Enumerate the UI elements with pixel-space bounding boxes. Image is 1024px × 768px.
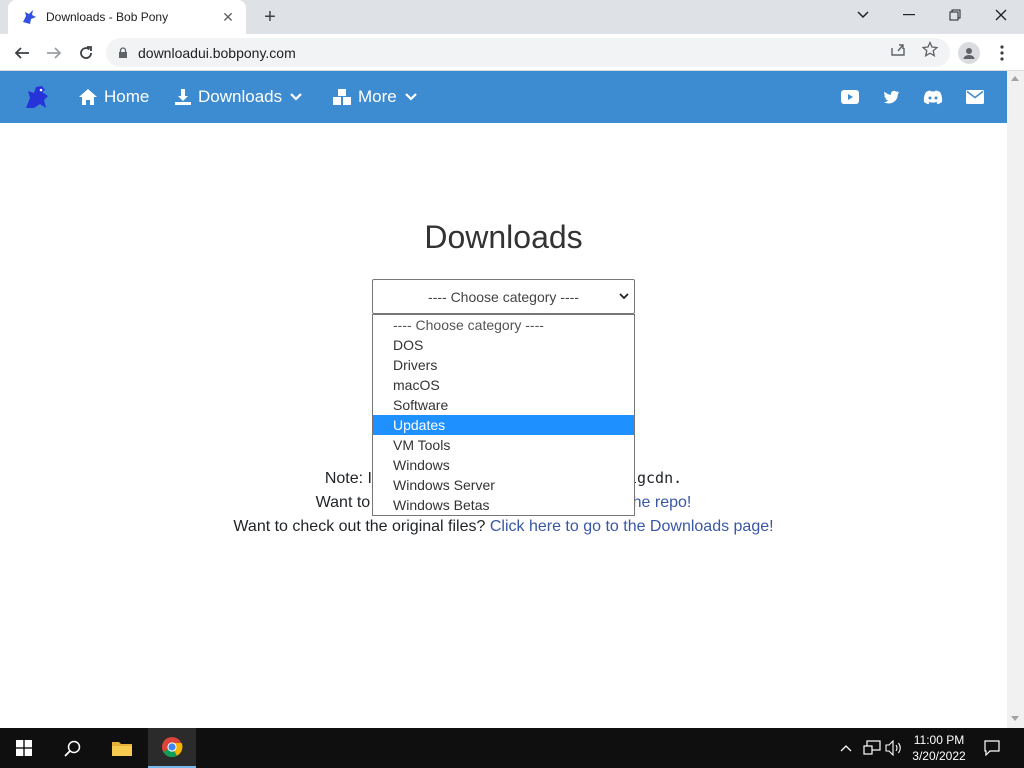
close-window-icon[interactable] (978, 0, 1024, 30)
original-prefix: Want to check out the original files? (233, 518, 486, 535)
minimize-icon[interactable] (886, 0, 932, 30)
share-icon[interactable] (889, 40, 907, 58)
close-tab-icon[interactable]: ✕ (220, 9, 236, 25)
search-icon[interactable] (48, 728, 96, 768)
page-title: Downloads (424, 219, 583, 255)
back-arrow-icon[interactable] (8, 39, 36, 67)
clock-time: 11:00 PM (913, 733, 965, 747)
chevron-down-icon (290, 93, 302, 101)
file-explorer-icon[interactable] (98, 728, 146, 768)
windows-start-icon[interactable] (0, 728, 48, 768)
downloads-page-link[interactable]: Click here to go to the Downloads page! (490, 518, 774, 535)
tab-search-chevron-icon[interactable] (840, 0, 886, 30)
home-icon (79, 89, 97, 105)
note-suffix: igcdn. (627, 469, 683, 487)
nav-downloads-dropdown[interactable]: Downloads (174, 71, 302, 123)
bookmark-star-icon[interactable] (921, 40, 939, 58)
nav-more-dropdown[interactable]: More (332, 71, 417, 123)
clock-date: 3/20/2022 (912, 749, 966, 763)
category-select-value: ---- Choose category ---- (428, 288, 579, 305)
profile-avatar-icon[interactable] (958, 42, 980, 64)
option-choose-category[interactable]: ---- Choose category ---- (373, 315, 634, 335)
original-files-line: Want to check out the original files? Cl… (0, 518, 1007, 536)
nav-home-link[interactable]: Home (78, 71, 149, 123)
url-text: downloadui.bobpony.com (138, 44, 296, 61)
chevron-down-icon (404, 93, 417, 101)
scroll-up-arrow-icon[interactable] (1011, 76, 1019, 81)
show-hidden-icons-chevron-icon[interactable] (838, 738, 854, 758)
forward-arrow-icon[interactable] (40, 39, 68, 67)
option-updates[interactable]: Updates (373, 415, 634, 435)
site-navbar: Home Downloads More (0, 71, 1007, 123)
discord-icon[interactable] (923, 88, 943, 106)
cubes-icon (333, 89, 351, 105)
option-drivers[interactable]: Drivers (373, 355, 634, 375)
download-icon (175, 89, 191, 105)
envelope-icon[interactable] (965, 88, 985, 106)
browser-tab[interactable]: Downloads - Bob Pony ✕ (8, 0, 246, 34)
youtube-icon[interactable] (840, 88, 860, 106)
chrome-menu-icon[interactable] (994, 42, 1010, 64)
tab-strip: Downloads - Bob Pony ✕ + (0, 0, 1024, 34)
option-vm-tools[interactable]: VM Tools (373, 435, 634, 455)
nav-more-label: More (358, 87, 397, 106)
page-scrollbar[interactable] (1007, 71, 1024, 728)
new-tab-plus-icon[interactable]: + (258, 6, 282, 28)
twitter-icon[interactable] (881, 88, 901, 106)
browser-toolbar: downloadui.bobpony.com (0, 34, 1024, 71)
scroll-down-arrow-icon[interactable] (1011, 716, 1019, 721)
bobpony-favicon-icon (23, 10, 36, 24)
option-software[interactable]: Software (373, 395, 634, 415)
nav-home-label: Home (104, 87, 150, 106)
chevron-down-icon (619, 293, 629, 300)
lock-icon (119, 46, 127, 58)
option-macos[interactable]: macOS (373, 375, 634, 395)
note-prefix: Note: I (324, 470, 372, 487)
option-windows-server[interactable]: Windows Server (373, 475, 634, 495)
option-dos[interactable]: DOS (373, 335, 634, 355)
taskbar-clock[interactable]: 11:00 PM 3/20/2022 (900, 732, 978, 764)
address-bar[interactable]: downloadui.bobpony.com (106, 38, 950, 67)
repo-prefix: Want to (315, 494, 371, 511)
category-select[interactable]: ---- Choose category ---- (372, 279, 635, 314)
notification-center-icon[interactable] (982, 738, 1002, 758)
restore-icon[interactable] (932, 0, 978, 30)
repo-link[interactable]: the repo! (628, 494, 691, 511)
bobpony-logo-icon[interactable] (22, 82, 52, 112)
nav-downloads-label: Downloads (198, 87, 283, 106)
reload-icon[interactable] (72, 39, 100, 67)
option-windows-betas[interactable]: Windows Betas (373, 495, 634, 515)
page-viewport: Home Downloads More Downloads Note: I igc… (0, 71, 1007, 728)
chrome-taskbar-icon[interactable] (148, 728, 196, 768)
tab-title: Downloads - Bob Pony (46, 10, 169, 24)
windows-taskbar: 11:00 PM 3/20/2022 (0, 728, 1024, 768)
network-icon[interactable] (862, 738, 882, 758)
category-options-list[interactable]: ---- Choose category ---- DOS Drivers ma… (372, 314, 635, 516)
option-windows[interactable]: Windows (373, 455, 634, 475)
